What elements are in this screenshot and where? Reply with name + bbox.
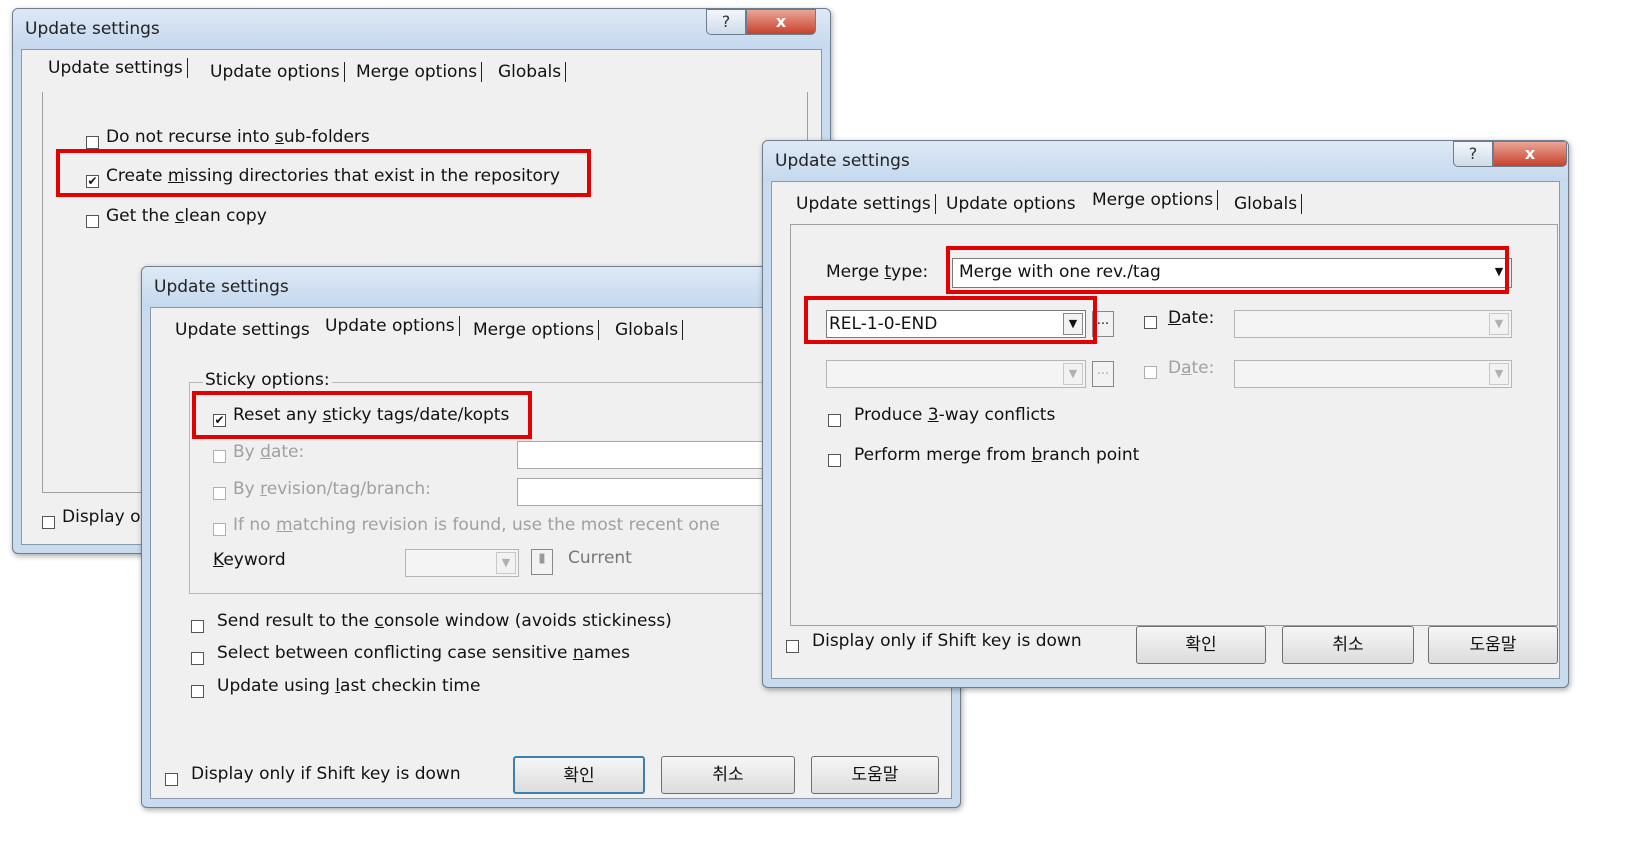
highlight-reset-sticky bbox=[192, 391, 532, 439]
browse-revision2-button[interactable]: ... bbox=[1092, 361, 1114, 387]
label-display-shift: Display only if Shift key is down bbox=[812, 631, 1082, 651]
label-date1: Date: bbox=[1168, 308, 1215, 328]
chevron-down-icon: ▼ bbox=[1489, 363, 1509, 385]
checkbox-display-shift[interactable] bbox=[165, 773, 178, 786]
checkbox-display-shift[interactable] bbox=[42, 516, 55, 529]
date1-combo[interactable]: ▼ bbox=[1234, 310, 1512, 338]
tab-globals[interactable]: Globals bbox=[498, 62, 567, 82]
keyword-current: Current bbox=[568, 548, 632, 568]
tab-merge-options[interactable]: Merge options bbox=[473, 320, 600, 340]
label-send-to-console: Send result to the console window (avoid… bbox=[217, 611, 672, 631]
checkbox-send-to-console[interactable] bbox=[191, 620, 204, 633]
by-date-field[interactable] bbox=[517, 441, 777, 469]
keyword-label: Keyword bbox=[213, 550, 286, 570]
close-icon[interactable]: x bbox=[746, 9, 816, 35]
tab-update-options[interactable]: Update options bbox=[946, 194, 1080, 214]
date2-combo[interactable]: ▼ bbox=[1234, 360, 1512, 388]
checkbox-by-revision[interactable] bbox=[213, 487, 226, 500]
checkbox-date1[interactable] bbox=[1144, 316, 1157, 329]
checkbox-3way-conflicts[interactable] bbox=[828, 414, 841, 427]
checkbox-last-checkin[interactable] bbox=[191, 685, 204, 698]
dialog-update-settings-3: Update settings ? x Update settings Upda… bbox=[762, 140, 1569, 688]
checkbox-merge-branch-point[interactable] bbox=[828, 454, 841, 467]
checkbox-no-recurse[interactable] bbox=[86, 136, 99, 149]
dialog-title: Update settings bbox=[775, 151, 910, 171]
spin-icon[interactable]: ▮ bbox=[531, 549, 553, 575]
tab-update-options[interactable]: Update options bbox=[325, 316, 460, 336]
help-button[interactable]: 도움말 bbox=[811, 756, 939, 794]
sticky-options-label: Sticky options: bbox=[203, 370, 332, 390]
dialog-title: Update settings bbox=[25, 19, 160, 39]
help-button[interactable]: 도움말 bbox=[1428, 626, 1558, 664]
highlight-create-missing-dirs bbox=[56, 149, 591, 197]
label-last-checkin: Update using last checkin time bbox=[217, 676, 481, 696]
checkbox-date2[interactable] bbox=[1144, 366, 1157, 379]
tab-update-settings[interactable]: Update settings bbox=[796, 194, 936, 214]
label-display-shift: Display only if Shift key is down bbox=[191, 764, 461, 784]
cancel-button[interactable]: 취소 bbox=[661, 756, 795, 794]
tab-merge-options[interactable]: Merge options bbox=[356, 62, 483, 82]
highlight-revision1 bbox=[804, 296, 1097, 344]
label-no-recurse: Do not recurse into sub-folders bbox=[106, 127, 370, 147]
keyword-combo[interactable]: ▼ bbox=[405, 549, 519, 577]
label-case-sensitive: Select between conflicting case sensitiv… bbox=[217, 643, 630, 663]
tab-update-settings[interactable]: Update settings bbox=[175, 320, 314, 340]
chevron-down-icon: ▼ bbox=[496, 552, 516, 574]
label-clean-copy: Get the clean copy bbox=[106, 206, 267, 226]
ok-button[interactable]: 확인 bbox=[1136, 626, 1266, 664]
chevron-down-icon: ▼ bbox=[1063, 363, 1083, 385]
label-display-shift: Display o bbox=[62, 507, 141, 527]
checkbox-by-date[interactable] bbox=[213, 450, 226, 463]
tab-update-options[interactable]: Update options bbox=[210, 62, 345, 82]
checkbox-clean-copy[interactable] bbox=[86, 215, 99, 228]
checkbox-no-matching-revision[interactable] bbox=[213, 523, 226, 536]
checkbox-case-sensitive[interactable] bbox=[191, 652, 204, 665]
tab-globals[interactable]: Globals bbox=[1234, 194, 1303, 214]
tab-merge-options[interactable]: Merge options bbox=[1092, 190, 1219, 210]
tab-globals[interactable]: Globals bbox=[615, 320, 684, 340]
dialog-title: Update settings bbox=[154, 277, 289, 297]
merge-type-label: Merge type: bbox=[826, 262, 929, 282]
titlebar: Update settings ? x bbox=[13, 9, 830, 49]
label-by-date: By date: bbox=[233, 442, 305, 462]
label-by-revision: By revision/tag/branch: bbox=[233, 479, 431, 499]
by-revision-field[interactable] bbox=[517, 478, 777, 506]
highlight-merge-type bbox=[946, 246, 1509, 294]
tab-update-settings[interactable]: Update settings bbox=[48, 58, 188, 78]
titlebar: Update settings ? x bbox=[763, 141, 1568, 181]
label-date2: Date: bbox=[1168, 358, 1215, 378]
label-no-matching-revision: If no matching revision is found, use th… bbox=[233, 515, 721, 535]
chevron-down-icon: ▼ bbox=[1489, 313, 1509, 335]
ok-button[interactable]: 확인 bbox=[513, 756, 645, 794]
cancel-button[interactable]: 취소 bbox=[1282, 626, 1414, 664]
help-icon[interactable]: ? bbox=[1453, 141, 1493, 167]
help-icon[interactable]: ? bbox=[706, 9, 746, 35]
label-3way-conflicts: Produce 3-way conflicts bbox=[854, 405, 1056, 425]
close-icon[interactable]: x bbox=[1493, 141, 1567, 167]
checkbox-display-shift[interactable] bbox=[786, 640, 799, 653]
revision2-combo[interactable]: ▼ bbox=[826, 360, 1086, 388]
label-merge-branch-point: Perform merge from branch point bbox=[854, 445, 1140, 465]
